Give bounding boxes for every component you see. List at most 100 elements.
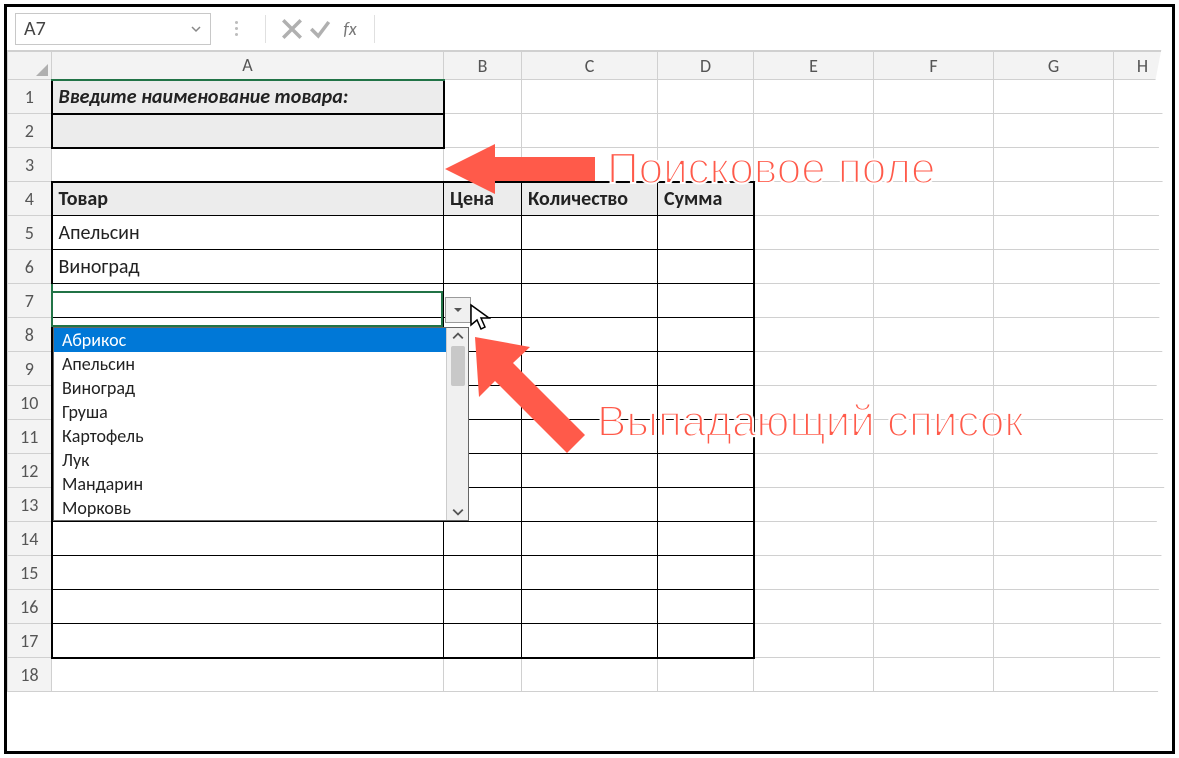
- cell-F12[interactable]: [874, 454, 994, 488]
- cell-A1[interactable]: Введите наименование товара:: [52, 80, 444, 114]
- cell-B16[interactable]: [444, 590, 522, 624]
- cell-C13[interactable]: [522, 488, 658, 522]
- cell-B14[interactable]: [444, 522, 522, 556]
- select-all-corner[interactable]: [8, 52, 52, 80]
- cell-E11[interactable]: [754, 420, 874, 454]
- row-header-7[interactable]: 7: [8, 284, 52, 318]
- cell-E4[interactable]: [754, 182, 874, 216]
- chevron-up-icon[interactable]: [452, 330, 464, 342]
- spreadsheet-grid[interactable]: A B C D E F G H 1 Введите наименование т…: [7, 51, 1172, 692]
- cell-F7[interactable]: [874, 284, 994, 318]
- cell-C12[interactable]: [522, 454, 658, 488]
- cell-F10[interactable]: [874, 386, 994, 420]
- cell-D16[interactable]: [658, 590, 754, 624]
- cell-G3[interactable]: [994, 148, 1114, 182]
- cell-A5[interactable]: Апельсин: [52, 216, 444, 250]
- cell-D6[interactable]: [658, 250, 754, 284]
- cell-E10[interactable]: [754, 386, 874, 420]
- cell-A14[interactable]: [52, 522, 444, 556]
- row-header-17[interactable]: 17: [8, 624, 52, 658]
- cell-E12[interactable]: [754, 454, 874, 488]
- row-header-9[interactable]: 9: [8, 352, 52, 386]
- cell-B1[interactable]: [444, 80, 522, 114]
- cell-A18[interactable]: [52, 658, 444, 692]
- cell-B4[interactable]: Цена: [444, 182, 522, 216]
- cell-G16[interactable]: [994, 590, 1114, 624]
- row-header-14[interactable]: 14: [8, 522, 52, 556]
- dropdown-item[interactable]: Виноград: [54, 376, 446, 400]
- row-header-12[interactable]: 12: [8, 454, 52, 488]
- cell-G4[interactable]: [994, 182, 1114, 216]
- cell-F13[interactable]: [874, 488, 994, 522]
- cell-D7[interactable]: [658, 284, 754, 318]
- cell-G15[interactable]: [994, 556, 1114, 590]
- col-header-A[interactable]: A: [52, 52, 444, 80]
- cell-A16[interactable]: [52, 590, 444, 624]
- cell-G10[interactable]: [994, 386, 1114, 420]
- cell-G18[interactable]: [994, 658, 1114, 692]
- cell-F8[interactable]: [874, 318, 994, 352]
- row-header-4[interactable]: 4: [8, 182, 52, 216]
- cell-C16[interactable]: [522, 590, 658, 624]
- cell-C2[interactable]: [522, 114, 658, 148]
- cell-D2[interactable]: [658, 114, 754, 148]
- cell-D14[interactable]: [658, 522, 754, 556]
- cell-C11[interactable]: [522, 420, 658, 454]
- cell-G11[interactable]: [994, 420, 1114, 454]
- chevron-down-icon[interactable]: [190, 23, 202, 35]
- dropdown-item[interactable]: Апельсин: [54, 352, 446, 376]
- cell-G8[interactable]: [994, 318, 1114, 352]
- cell-B18[interactable]: [444, 658, 522, 692]
- row-header-18[interactable]: 18: [8, 658, 52, 692]
- cell-G14[interactable]: [994, 522, 1114, 556]
- cell-E18[interactable]: [754, 658, 874, 692]
- cell-F2[interactable]: [874, 114, 994, 148]
- cell-E1[interactable]: [754, 80, 874, 114]
- cell-G9[interactable]: [994, 352, 1114, 386]
- cell-D17[interactable]: [658, 624, 754, 658]
- cell-A15[interactable]: [52, 556, 444, 590]
- cell-E14[interactable]: [754, 522, 874, 556]
- col-header-C[interactable]: C: [522, 52, 658, 80]
- cell-C9[interactable]: [522, 352, 658, 386]
- cell-F18[interactable]: [874, 658, 994, 692]
- cell-E6[interactable]: [754, 250, 874, 284]
- cell-G12[interactable]: [994, 454, 1114, 488]
- dropdown-item[interactable]: Мандарин: [54, 472, 446, 496]
- row-header-5[interactable]: 5: [8, 216, 52, 250]
- dropdown-item[interactable]: Груша: [54, 400, 446, 424]
- cell-F11[interactable]: [874, 420, 994, 454]
- cell-F9[interactable]: [874, 352, 994, 386]
- cell-C17[interactable]: [522, 624, 658, 658]
- row-header-3[interactable]: 3: [8, 148, 52, 182]
- cell-D10[interactable]: [658, 386, 754, 420]
- name-box[interactable]: A7: [15, 13, 211, 45]
- cell-B15[interactable]: [444, 556, 522, 590]
- cell-D18[interactable]: [658, 658, 754, 692]
- cell-A17[interactable]: [52, 624, 444, 658]
- enter-button[interactable]: [306, 15, 334, 43]
- cell-A3[interactable]: [52, 148, 444, 182]
- dropdown-item[interactable]: Морковь: [54, 496, 446, 520]
- cell-D5[interactable]: [658, 216, 754, 250]
- cell-D1[interactable]: [658, 80, 754, 114]
- dropdown-item[interactable]: Картофель: [54, 424, 446, 448]
- scrollbar-thumb[interactable]: [451, 346, 465, 386]
- cell-E3[interactable]: [754, 148, 874, 182]
- cell-E2[interactable]: [754, 114, 874, 148]
- row-header-16[interactable]: 16: [8, 590, 52, 624]
- cell-G7[interactable]: [994, 284, 1114, 318]
- cell-C15[interactable]: [522, 556, 658, 590]
- cell-D11[interactable]: [658, 420, 754, 454]
- row-header-10[interactable]: 10: [8, 386, 52, 420]
- chevron-down-icon[interactable]: [452, 506, 464, 518]
- col-header-F[interactable]: F: [874, 52, 994, 80]
- cell-B17[interactable]: [444, 624, 522, 658]
- dropdown-scrollbar[interactable]: [446, 328, 468, 520]
- cell-E5[interactable]: [754, 216, 874, 250]
- row-header-8[interactable]: 8: [8, 318, 52, 352]
- cell-A7[interactable]: [52, 284, 444, 318]
- cell-D4[interactable]: Сумма: [658, 182, 754, 216]
- cell-A4[interactable]: Товар: [52, 182, 444, 216]
- cell-E7[interactable]: [754, 284, 874, 318]
